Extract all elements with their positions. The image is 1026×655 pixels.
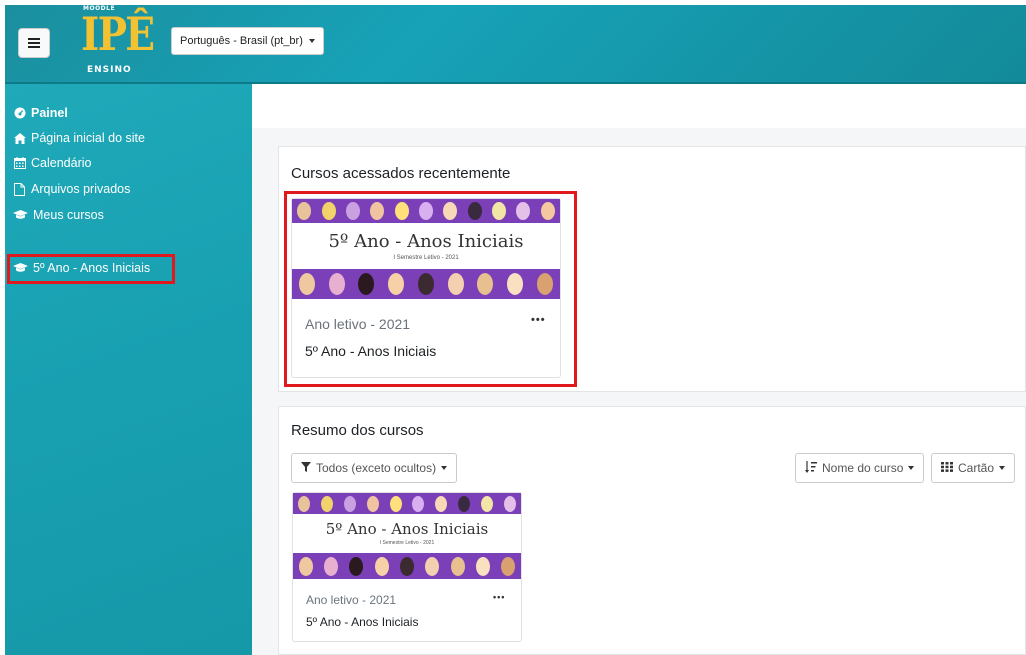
sort-icon xyxy=(805,460,817,476)
language-selector[interactable]: Português - Brasil (pt_br) xyxy=(171,27,324,55)
sidebar-item-private-files[interactable]: Arquivos privados xyxy=(13,182,130,196)
sort-label: Nome do curso xyxy=(822,461,904,475)
file-icon xyxy=(13,182,26,196)
grid-icon xyxy=(941,461,953,475)
recent-courses-title: Cursos acessados recentemente xyxy=(291,165,511,182)
dashboard-icon xyxy=(13,107,26,119)
course-image-subtitle: I Semestre Letivo - 2021 xyxy=(379,540,435,546)
logo-ipe-text: IPÊ xyxy=(81,7,155,61)
calendar-icon xyxy=(13,157,26,169)
sidebar-item-label: Calendário xyxy=(31,156,92,170)
course-menu-button[interactable]: ••• xyxy=(493,592,505,602)
course-overview-title: Resumo dos cursos xyxy=(291,422,424,439)
course-image-title: 5º Ano - Anos Iniciais xyxy=(325,520,489,538)
sidebar-nav: Painel Página inicial do site Calendário… xyxy=(5,84,252,655)
caret-down-icon xyxy=(999,466,1006,470)
filter-dropdown[interactable]: Todos (exceto ocultos) xyxy=(291,453,458,483)
course-image-bottom-band xyxy=(293,553,521,579)
sidebar-item-label: Meus cursos xyxy=(33,208,104,222)
view-dropdown[interactable]: Cartão xyxy=(931,453,1016,483)
top-navbar: MOODLE IPÊ ENSINO Português - Brasil (pt… xyxy=(5,5,1026,84)
overview-course-card[interactable]: 5º Ano - Anos Iniciais I Semestre Letivo… xyxy=(292,492,522,642)
course-image[interactable]: 5º Ano - Anos Iniciais I Semestre Letivo… xyxy=(293,493,521,579)
caret-down-icon xyxy=(308,39,315,43)
filter-label: Todos (exceto ocultos) xyxy=(316,461,437,475)
course-name-link[interactable]: 5º Ano - Anos Iniciais xyxy=(306,615,418,629)
hamburger-menu-button[interactable] xyxy=(18,28,50,58)
sidebar-item-label: Arquivos privados xyxy=(31,182,131,196)
view-label: Cartão xyxy=(958,461,995,475)
sidebar-item-label: Painel xyxy=(31,106,68,120)
graduation-cap-icon xyxy=(13,209,28,221)
caret-down-icon xyxy=(908,466,915,470)
sidebar-item-painel[interactable]: Painel xyxy=(13,106,68,120)
sidebar-item-calendar[interactable]: Calendário xyxy=(13,156,91,170)
highlight-box xyxy=(284,191,577,387)
sort-dropdown[interactable]: Nome do curso xyxy=(795,453,925,483)
home-icon xyxy=(13,132,26,144)
logo-ensino-text: ENSINO xyxy=(87,65,132,75)
course-image-top-band xyxy=(293,493,521,514)
filter-icon xyxy=(301,461,311,475)
course-category: Ano letivo - 2021 xyxy=(306,593,397,607)
highlight-box xyxy=(7,254,175,284)
caret-down-icon xyxy=(441,466,448,470)
language-label: Português - Brasil (pt_br) xyxy=(180,35,303,47)
course-overview-block: Resumo dos cursos Todos (exceto ocultos)… xyxy=(278,406,1026,655)
sidebar-item-my-courses[interactable]: Meus cursos xyxy=(13,208,104,222)
page-header-region xyxy=(252,84,1026,128)
site-logo[interactable]: MOODLE IPÊ ENSINO xyxy=(81,5,155,81)
sidebar-item-label: Página inicial do site xyxy=(31,131,145,145)
sidebar-item-home[interactable]: Página inicial do site xyxy=(13,131,145,145)
hamburger-icon xyxy=(28,38,40,48)
